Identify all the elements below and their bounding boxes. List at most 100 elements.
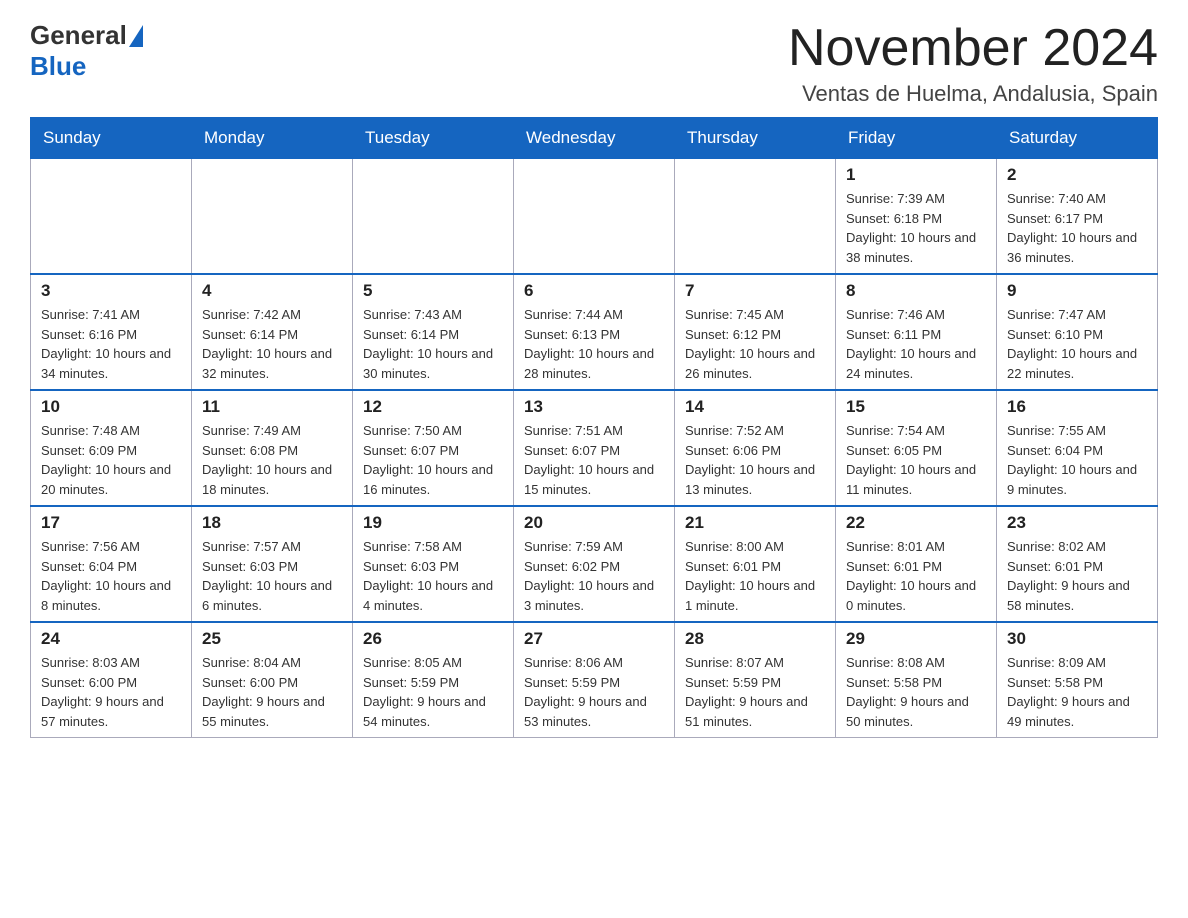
calendar-cell: 9 Sunrise: 7:47 AM Sunset: 6:10 PM Daylig…: [997, 274, 1158, 390]
day-info: Sunrise: 7:58 AM Sunset: 6:03 PM Dayligh…: [363, 537, 503, 615]
header: General Blue November 2024 Ventas de Hue…: [30, 20, 1158, 107]
calendar-cell: 27 Sunrise: 8:06 AM Sunset: 5:59 PM Dayli…: [514, 622, 675, 738]
calendar-cell: [31, 159, 192, 275]
day-number: 10: [41, 397, 181, 417]
logo-triangle-icon: [129, 25, 143, 47]
day-info: Sunrise: 7:54 AM Sunset: 6:05 PM Dayligh…: [846, 421, 986, 499]
day-number: 28: [685, 629, 825, 649]
day-info: Sunrise: 7:39 AM Sunset: 6:18 PM Dayligh…: [846, 189, 986, 267]
header-tuesday: Tuesday: [353, 118, 514, 159]
calendar-cell: 26 Sunrise: 8:05 AM Sunset: 5:59 PM Dayli…: [353, 622, 514, 738]
day-number: 30: [1007, 629, 1147, 649]
logo-general: General: [30, 20, 127, 51]
day-info: Sunrise: 7:45 AM Sunset: 6:12 PM Dayligh…: [685, 305, 825, 383]
calendar-week-1: 1 Sunrise: 7:39 AM Sunset: 6:18 PM Daylig…: [31, 159, 1158, 275]
calendar-week-5: 24Sunrise: 8:03 AM Sunset: 6:00 PM Dayli…: [31, 622, 1158, 738]
calendar-cell: 12 Sunrise: 7:50 AM Sunset: 6:07 PM Dayli…: [353, 390, 514, 506]
day-info: Sunrise: 7:50 AM Sunset: 6:07 PM Dayligh…: [363, 421, 503, 499]
header-sunday: Sunday: [31, 118, 192, 159]
header-saturday: Saturday: [997, 118, 1158, 159]
calendar-cell: 5Sunrise: 7:43 AM Sunset: 6:14 PM Daylig…: [353, 274, 514, 390]
calendar-cell: 3 Sunrise: 7:41 AM Sunset: 6:16 PM Daylig…: [31, 274, 192, 390]
calendar-cell: [192, 159, 353, 275]
day-number: 8: [846, 281, 986, 301]
day-number: 12: [363, 397, 503, 417]
day-number: 7: [685, 281, 825, 301]
calendar-cell: 19Sunrise: 7:58 AM Sunset: 6:03 PM Dayli…: [353, 506, 514, 622]
day-number: 18: [202, 513, 342, 533]
day-number: 3: [41, 281, 181, 301]
calendar-cell: 11Sunrise: 7:49 AM Sunset: 6:08 PM Dayli…: [192, 390, 353, 506]
day-info: Sunrise: 8:01 AM Sunset: 6:01 PM Dayligh…: [846, 537, 986, 615]
calendar-cell: 16 Sunrise: 7:55 AM Sunset: 6:04 PM Dayli…: [997, 390, 1158, 506]
calendar-cell: 28 Sunrise: 8:07 AM Sunset: 5:59 PM Dayli…: [675, 622, 836, 738]
logo: General Blue: [30, 20, 145, 82]
day-number: 29: [846, 629, 986, 649]
calendar-week-4: 17 Sunrise: 7:56 AM Sunset: 6:04 PM Dayli…: [31, 506, 1158, 622]
day-info: Sunrise: 7:41 AM Sunset: 6:16 PM Dayligh…: [41, 305, 181, 383]
calendar-cell: 29 Sunrise: 8:08 AM Sunset: 5:58 PM Dayli…: [836, 622, 997, 738]
day-info: Sunrise: 8:05 AM Sunset: 5:59 PM Dayligh…: [363, 653, 503, 731]
day-number: 14: [685, 397, 825, 417]
day-number: 11: [202, 397, 342, 417]
calendar-cell: 18 Sunrise: 7:57 AM Sunset: 6:03 PM Dayli…: [192, 506, 353, 622]
calendar-cell: [353, 159, 514, 275]
day-number: 25: [202, 629, 342, 649]
calendar-cell: 7 Sunrise: 7:45 AM Sunset: 6:12 PM Daylig…: [675, 274, 836, 390]
title-area: November 2024 Ventas de Huelma, Andalusi…: [788, 20, 1158, 107]
day-number: 9: [1007, 281, 1147, 301]
month-title: November 2024: [788, 20, 1158, 77]
day-info: Sunrise: 8:04 AM Sunset: 6:00 PM Dayligh…: [202, 653, 342, 731]
header-thursday: Thursday: [675, 118, 836, 159]
day-number: 13: [524, 397, 664, 417]
calendar-cell: 25 Sunrise: 8:04 AM Sunset: 6:00 PM Dayli…: [192, 622, 353, 738]
day-info: Sunrise: 7:52 AM Sunset: 6:06 PM Dayligh…: [685, 421, 825, 499]
header-wednesday: Wednesday: [514, 118, 675, 159]
day-info: Sunrise: 8:02 AM Sunset: 6:01 PM Dayligh…: [1007, 537, 1147, 615]
calendar-cell: 4Sunrise: 7:42 AM Sunset: 6:14 PM Daylig…: [192, 274, 353, 390]
day-number: 20: [524, 513, 664, 533]
day-info: Sunrise: 7:56 AM Sunset: 6:04 PM Dayligh…: [41, 537, 181, 615]
header-monday: Monday: [192, 118, 353, 159]
calendar-cell: [514, 159, 675, 275]
day-info: Sunrise: 7:51 AM Sunset: 6:07 PM Dayligh…: [524, 421, 664, 499]
calendar-cell: 20 Sunrise: 7:59 AM Sunset: 6:02 PM Dayli…: [514, 506, 675, 622]
day-info: Sunrise: 7:44 AM Sunset: 6:13 PM Dayligh…: [524, 305, 664, 383]
day-info: Sunrise: 7:40 AM Sunset: 6:17 PM Dayligh…: [1007, 189, 1147, 267]
day-number: 21: [685, 513, 825, 533]
day-info: Sunrise: 7:57 AM Sunset: 6:03 PM Dayligh…: [202, 537, 342, 615]
day-number: 27: [524, 629, 664, 649]
day-number: 2: [1007, 165, 1147, 185]
calendar-cell: 15Sunrise: 7:54 AM Sunset: 6:05 PM Dayli…: [836, 390, 997, 506]
calendar-cell: 22Sunrise: 8:01 AM Sunset: 6:01 PM Dayli…: [836, 506, 997, 622]
day-info: Sunrise: 7:48 AM Sunset: 6:09 PM Dayligh…: [41, 421, 181, 499]
day-info: Sunrise: 8:00 AM Sunset: 6:01 PM Dayligh…: [685, 537, 825, 615]
header-friday: Friday: [836, 118, 997, 159]
calendar-body: 1 Sunrise: 7:39 AM Sunset: 6:18 PM Daylig…: [31, 159, 1158, 738]
day-number: 6: [524, 281, 664, 301]
calendar-cell: 30 Sunrise: 8:09 AM Sunset: 5:58 PM Dayli…: [997, 622, 1158, 738]
day-info: Sunrise: 8:07 AM Sunset: 5:59 PM Dayligh…: [685, 653, 825, 731]
day-info: Sunrise: 7:43 AM Sunset: 6:14 PM Dayligh…: [363, 305, 503, 383]
logo-blue: Blue: [30, 51, 86, 82]
day-number: 23: [1007, 513, 1147, 533]
day-number: 1: [846, 165, 986, 185]
calendar-header-row: SundayMondayTuesdayWednesdayThursdayFrid…: [31, 118, 1158, 159]
day-info: Sunrise: 8:08 AM Sunset: 5:58 PM Dayligh…: [846, 653, 986, 731]
day-number: 16: [1007, 397, 1147, 417]
day-info: Sunrise: 8:09 AM Sunset: 5:58 PM Dayligh…: [1007, 653, 1147, 731]
location-title: Ventas de Huelma, Andalusia, Spain: [788, 81, 1158, 107]
calendar-cell: 17 Sunrise: 7:56 AM Sunset: 6:04 PM Dayli…: [31, 506, 192, 622]
day-info: Sunrise: 7:59 AM Sunset: 6:02 PM Dayligh…: [524, 537, 664, 615]
day-info: Sunrise: 7:47 AM Sunset: 6:10 PM Dayligh…: [1007, 305, 1147, 383]
calendar-table: SundayMondayTuesdayWednesdayThursdayFrid…: [30, 117, 1158, 738]
day-info: Sunrise: 8:06 AM Sunset: 5:59 PM Dayligh…: [524, 653, 664, 731]
calendar-cell: 23 Sunrise: 8:02 AM Sunset: 6:01 PM Dayli…: [997, 506, 1158, 622]
day-info: Sunrise: 7:42 AM Sunset: 6:14 PM Dayligh…: [202, 305, 342, 383]
day-info: Sunrise: 7:55 AM Sunset: 6:04 PM Dayligh…: [1007, 421, 1147, 499]
calendar-cell: 13 Sunrise: 7:51 AM Sunset: 6:07 PM Dayli…: [514, 390, 675, 506]
calendar-cell: 24Sunrise: 8:03 AM Sunset: 6:00 PM Dayli…: [31, 622, 192, 738]
day-number: 17: [41, 513, 181, 533]
day-number: 26: [363, 629, 503, 649]
calendar-cell: 14 Sunrise: 7:52 AM Sunset: 6:06 PM Dayli…: [675, 390, 836, 506]
